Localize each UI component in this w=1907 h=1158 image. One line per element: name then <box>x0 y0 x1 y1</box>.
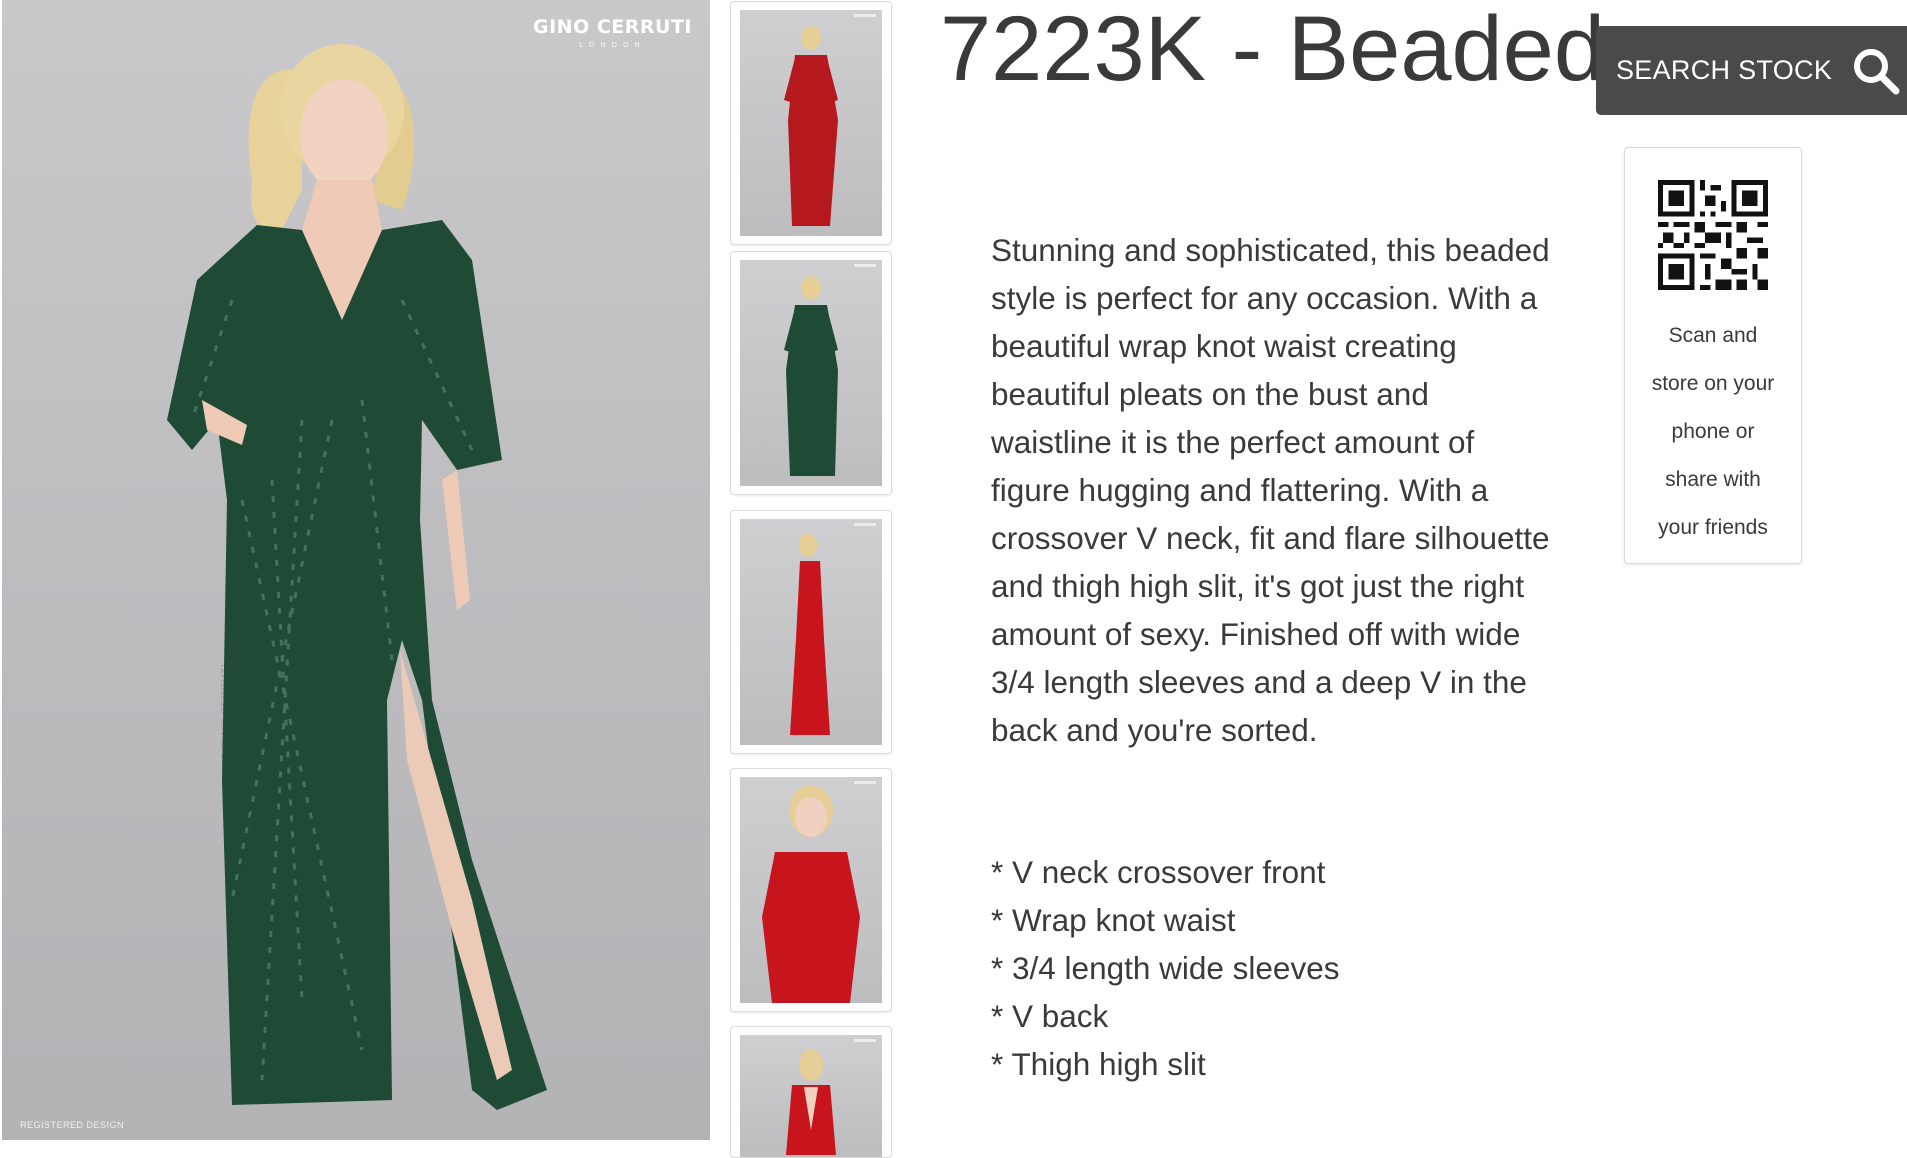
qr-instructions: Scan and store on your phone or share wi… <box>1625 312 1801 552</box>
thumbnail-dress-figure <box>790 533 830 735</box>
feature-item: * Wrap knot waist <box>991 902 1236 938</box>
search-stock-button[interactable]: SEARCH STOCK <box>1596 26 1907 115</box>
qr-code-card: Scan and store on your phone or share wi… <box>1624 147 1802 564</box>
product-description: Stunning and sophisticated, this beaded … <box>991 232 1550 748</box>
thumbnail-4[interactable] <box>730 768 892 1012</box>
thumbnail-dress-figure <box>762 785 860 1003</box>
feature-item: * V back <box>991 998 1109 1034</box>
qr-text-line: store on your <box>1651 372 1775 395</box>
qr-text-line: share with <box>1665 468 1761 491</box>
thumbnail-1[interactable] <box>730 1 892 245</box>
dress-model-figure <box>167 44 547 1110</box>
main-product-image[interactable]: GINO CERRUTI LONDON © GINO CERRUTI REGIS… <box>2 0 710 1140</box>
qr-code[interactable] <box>1658 180 1768 290</box>
feature-item: * V neck crossover front <box>991 854 1326 890</box>
qr-text-line: phone or <box>1671 420 1755 443</box>
thumbnail-3[interactable] <box>730 510 892 754</box>
qr-text-line: your friends <box>1658 516 1768 539</box>
search-icon <box>1854 49 1900 95</box>
feature-item: * Thigh high slit <box>991 1046 1206 1082</box>
thumbnail-dress-figure <box>786 1049 836 1155</box>
feature-list: * V neck crossover front * Wrap knot wai… <box>991 848 1551 1088</box>
registered-design-note: REGISTERED DESIGN <box>20 1120 125 1130</box>
thumbnail-dress-figure <box>784 26 838 226</box>
product-title: 7223K - Beaded <box>940 0 1605 100</box>
feature-item: * 3/4 length wide sleeves <box>991 950 1340 986</box>
thumbnail-5[interactable] <box>730 1026 892 1158</box>
thumbnail-dress-figure <box>784 276 838 476</box>
thumbnail-2[interactable] <box>730 251 892 495</box>
search-stock-label: SEARCH STOCK <box>1616 55 1833 85</box>
qr-text-line: Scan and <box>1668 324 1758 347</box>
